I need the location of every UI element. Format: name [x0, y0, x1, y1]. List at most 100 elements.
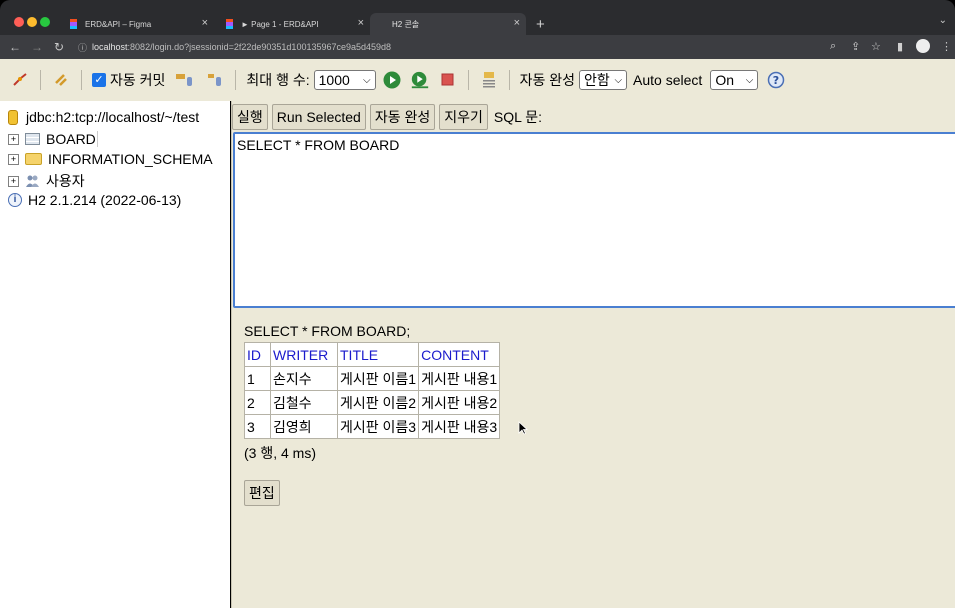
auto-complete-select[interactable]: 안함 ⌵	[579, 70, 628, 90]
tab-title: H2 콘솔	[392, 19, 420, 29]
zoom-window-button[interactable]	[40, 17, 50, 27]
info-icon: i	[8, 193, 22, 207]
auto-commit-checkbox[interactable]: ✓	[92, 73, 106, 87]
tab-strip: ERD&API – Figma × ► Page 1 - ERD&API × H…	[58, 13, 545, 35]
bookmark-star-icon[interactable]: ☆	[871, 40, 881, 53]
table-cell: 3	[244, 414, 271, 439]
table-icon	[25, 133, 40, 145]
toolbar-divider	[235, 70, 237, 90]
new-tab-icon[interactable]: +	[536, 16, 545, 33]
table-cell: 게시판 이름2	[336, 390, 420, 415]
table-cell: 게시판 내용1	[418, 366, 501, 391]
tree-item-label: BOARD	[46, 131, 98, 147]
table-cell: 1	[244, 366, 271, 391]
forward-icon[interactable]: →	[26, 40, 48, 54]
auto-select-label: Auto select	[633, 72, 703, 88]
sql-editor[interactable]: SELECT * FROM BOARD	[233, 132, 955, 308]
toolbar-divider	[467, 70, 469, 90]
tree-item-label: 사용자	[46, 173, 85, 189]
commit-icon[interactable]	[205, 70, 225, 90]
column-header[interactable]: ID	[244, 342, 271, 367]
rollback-icon[interactable]	[175, 70, 195, 90]
execute-button[interactable]: 실행	[232, 104, 268, 130]
close-icon[interactable]: ×	[358, 17, 364, 29]
toolbar-divider	[40, 70, 41, 90]
table-cell: 게시판 내용2	[418, 390, 501, 415]
disconnect-icon[interactable]	[10, 70, 30, 90]
tree-connection[interactable]: jdbc:h2:tcp://localhost/~/test	[8, 109, 199, 125]
table-row: 1 손지수 게시판 이름1 게시판 내용1	[244, 366, 501, 391]
column-header[interactable]: CONTENT	[418, 342, 501, 367]
tree-item-users[interactable]: + 사용자	[8, 171, 85, 191]
expand-icon[interactable]: +	[8, 153, 19, 165]
max-rows-select[interactable]: 1000 ⌵	[313, 70, 376, 90]
expand-icon[interactable]: +	[8, 175, 19, 187]
figma-icon	[226, 19, 233, 29]
close-icon[interactable]: ×	[514, 17, 520, 29]
minimize-window-button[interactable]	[27, 17, 37, 27]
auto-complete-value: 안함	[584, 72, 610, 88]
auto-select-select[interactable]: On ⌵	[710, 70, 759, 90]
figma-icon	[70, 19, 77, 29]
edit-button[interactable]: 편집	[244, 480, 280, 506]
run-icon[interactable]	[382, 70, 402, 90]
close-icon[interactable]: ×	[202, 17, 208, 29]
result-statement: SELECT * FROM BOARD;	[244, 323, 411, 339]
result-summary: (3 행, 4 ms)	[244, 445, 316, 461]
toolbar-divider	[81, 70, 82, 90]
users-icon	[25, 174, 40, 188]
browser-toolbar: ← → ↻ ⓘ localhost :8082/login.do?jsessio…	[0, 35, 955, 59]
side-panel-icon[interactable]: ▮	[897, 40, 903, 53]
auto-complete-button[interactable]: 자동 완성	[369, 104, 436, 130]
sql-button-row: 실행 Run Selected 자동 완성 지우기 SQL 문:	[232, 103, 542, 131]
url-host: localhost	[92, 42, 128, 52]
sql-statement-label: SQL 문:	[493, 109, 543, 125]
table-cell: 게시판 내용3	[418, 414, 501, 439]
tree-item-board[interactable]: + BOARD	[8, 131, 98, 147]
svg-text:?: ?	[773, 74, 779, 87]
column-header[interactable]: TITLE	[336, 342, 420, 367]
cancel-stop-icon[interactable]	[438, 70, 458, 90]
run-selected-icon[interactable]	[410, 70, 430, 90]
chevron-down-icon: ⌵	[745, 74, 754, 86]
clear-button[interactable]: 지우기	[439, 104, 488, 130]
result-area: SELECT * FROM BOARD; ID WRITER TITLE CON…	[244, 323, 501, 463]
mouse-cursor-icon	[518, 421, 529, 438]
tab-h2-console[interactable]: H2 콘솔 ×	[370, 13, 526, 35]
tree-item-information-schema[interactable]: + INFORMATION_SCHEMA	[8, 151, 213, 167]
h2-toolbar: ✓ 자동 커밋 최대 행 수: 1000 ⌵ 자동 완성 안함 ⌵ Auto s…	[0, 59, 955, 101]
share-icon[interactable]: ⇪	[851, 40, 860, 53]
more-menu-icon[interactable]: ⋮	[941, 40, 952, 53]
back-icon[interactable]: ←	[4, 40, 26, 54]
zoom-icon[interactable]: ⌕	[830, 40, 836, 53]
tab-page1[interactable]: ► Page 1 - ERD&API ×	[214, 13, 370, 35]
address-bar[interactable]: ⓘ localhost :8082/login.do?jsessionid=2f…	[72, 38, 824, 56]
sql-panel: 실행 Run Selected 자동 완성 지우기 SQL 문: SELECT …	[231, 101, 955, 608]
auto-commit-label: 자동 커밋	[110, 72, 166, 88]
table-header-row: ID WRITER TITLE CONTENT	[244, 342, 501, 367]
close-window-button[interactable]	[14, 17, 24, 27]
expand-icon[interactable]: +	[8, 133, 19, 145]
run-selected-button[interactable]: Run Selected	[271, 104, 366, 130]
history-icon[interactable]	[479, 70, 499, 90]
column-header[interactable]: WRITER	[270, 342, 338, 367]
table-cell: 손지수	[270, 366, 338, 391]
tree-version: i H2 2.1.214 (2022-06-13)	[8, 192, 181, 208]
schema-tree-panel: jdbc:h2:tcp://localhost/~/test + BOARD +…	[0, 101, 230, 608]
info-icon: ⓘ	[78, 42, 88, 53]
profile-avatar[interactable]	[916, 39, 930, 53]
table-row: 3 김영희 게시판 이름3 게시판 내용3	[244, 414, 501, 439]
reload-icon[interactable]: ↻	[48, 40, 70, 54]
tab-title: ► Page 1 - ERD&API	[241, 19, 319, 29]
table-cell: 김영희	[270, 414, 338, 439]
help-icon[interactable]: ?	[766, 70, 786, 90]
sql-query-text: SELECT * FROM BOARD	[237, 137, 400, 153]
connection-url: jdbc:h2:tcp://localhost/~/test	[26, 109, 200, 125]
max-rows-label: 최대 행 수:	[246, 72, 310, 88]
refresh-icon[interactable]	[51, 70, 71, 90]
toolbar-divider	[508, 70, 510, 90]
table-cell: 게시판 이름1	[336, 366, 420, 391]
chevron-down-icon[interactable]: ⌄	[939, 15, 947, 26]
folder-icon	[25, 153, 42, 165]
tab-figma[interactable]: ERD&API – Figma ×	[58, 13, 214, 35]
